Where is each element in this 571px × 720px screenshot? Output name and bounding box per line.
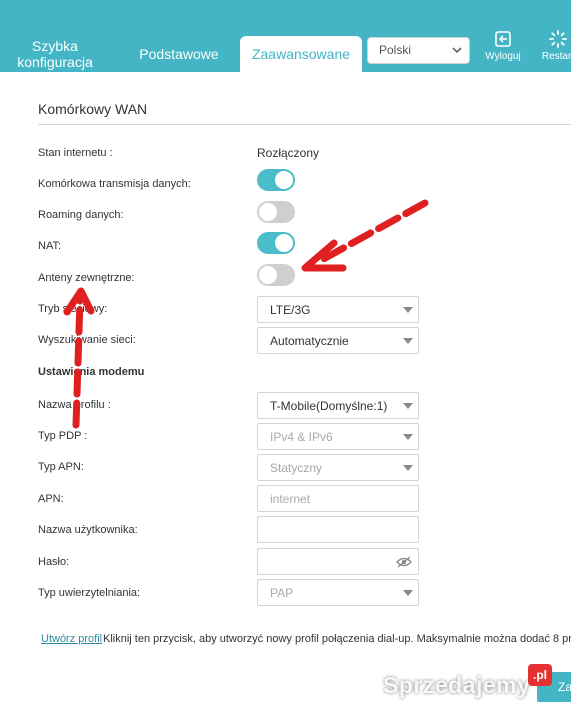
caret-down-icon <box>403 465 413 471</box>
tab-advanced[interactable]: Zaawansowane <box>240 36 362 72</box>
internet-status-label: Stan internetu : <box>38 147 113 159</box>
toggle-knob <box>259 266 277 284</box>
auth-type-select: PAP <box>257 579 419 606</box>
network-search-label: Wyszukiwanie sieci: <box>38 334 136 346</box>
username-label: Nazwa użytkownika: <box>38 524 138 536</box>
apn-input: internet <box>257 485 419 512</box>
logout-button[interactable]: Wyloguj <box>481 30 525 62</box>
apn-placeholder: internet <box>270 492 311 506</box>
external-antenna-label: Anteny zewnętrzne: <box>38 272 135 284</box>
section-divider <box>38 124 571 125</box>
restart-button[interactable]: Restart <box>533 30 571 62</box>
profile-name-value: T-Mobile(Domyślne:1) <box>270 399 388 413</box>
pdp-type-label: Typ PDP : <box>38 430 88 442</box>
annotation-arrow-horizontal <box>301 199 429 272</box>
pdp-type-value: IPv4 & IPv6 <box>270 430 333 444</box>
pdp-type-select: IPv4 & IPv6 <box>257 423 419 450</box>
tab-basic[interactable]: Podstawowe <box>134 46 224 62</box>
mobile-data-toggle[interactable] <box>257 169 295 191</box>
nat-toggle[interactable] <box>257 232 295 254</box>
roaming-toggle[interactable] <box>257 201 295 223</box>
password-input[interactable] <box>257 548 419 575</box>
toggle-knob <box>259 203 277 221</box>
profile-name-label: Nazwa profilu : <box>38 399 111 411</box>
tab-quick-setup[interactable]: Szybka konfiguracja <box>16 38 94 70</box>
roaming-label: Roaming danych: <box>38 209 124 221</box>
logout-icon <box>495 31 511 47</box>
network-search-value: Automatycznie <box>270 334 349 348</box>
auth-type-label: Typ uwierzytelniania: <box>38 587 141 599</box>
caret-down-icon <box>403 403 413 409</box>
profile-name-select[interactable]: T-Mobile(Domyślne:1) <box>257 392 419 419</box>
caret-down-icon <box>403 590 413 596</box>
watermark-text: Sprzedajemy <box>383 672 531 698</box>
mobile-data-label: Komórkowa transmisja danych: <box>38 178 191 190</box>
network-mode-label: Tryb sieciowy: <box>38 303 108 315</box>
apn-type-value: Statyczny <box>270 461 323 475</box>
apn-type-select: Statyczny <box>257 454 419 481</box>
external-antenna-toggle[interactable] <box>257 264 295 286</box>
network-mode-value: LTE/3G <box>270 303 311 317</box>
caret-down-icon <box>403 434 413 440</box>
top-nav-bar: Szybka konfiguracja Podstawowe Zaawansow… <box>0 0 571 72</box>
language-value: Polski <box>379 43 412 57</box>
internet-status-value: Rozłączony <box>257 146 320 160</box>
create-profile-link[interactable]: Utwórz profil <box>41 633 102 645</box>
chevron-down-icon <box>452 47 462 54</box>
nat-label: NAT: <box>38 240 62 252</box>
network-mode-select[interactable]: LTE/3G <box>257 296 419 323</box>
toggle-knob <box>275 234 293 252</box>
restart-icon <box>549 30 567 48</box>
username-input[interactable] <box>257 516 419 543</box>
modem-settings-heading: Ustawienia modemu <box>38 366 145 378</box>
logout-label: Wyloguj <box>485 51 521 62</box>
password-label: Hasło: <box>38 556 70 568</box>
network-search-select[interactable]: Automatycznie <box>257 327 419 354</box>
apn-type-label: Typ APN: <box>38 461 84 473</box>
auth-type-value: PAP <box>270 586 294 600</box>
create-profile-hint: Kliknij ten przycisk, aby utworzyć nowy … <box>103 633 571 645</box>
eye-hidden-icon[interactable] <box>396 556 412 568</box>
apn-label: APN: <box>38 493 64 505</box>
caret-down-icon <box>403 307 413 313</box>
restart-label: Restart <box>541 51 571 62</box>
watermark-badge: .pl <box>528 664 552 686</box>
section-title: Komórkowy WAN <box>38 101 148 117</box>
language-select[interactable]: Polski <box>367 37 470 64</box>
caret-down-icon <box>403 338 413 344</box>
toggle-knob <box>275 171 293 189</box>
